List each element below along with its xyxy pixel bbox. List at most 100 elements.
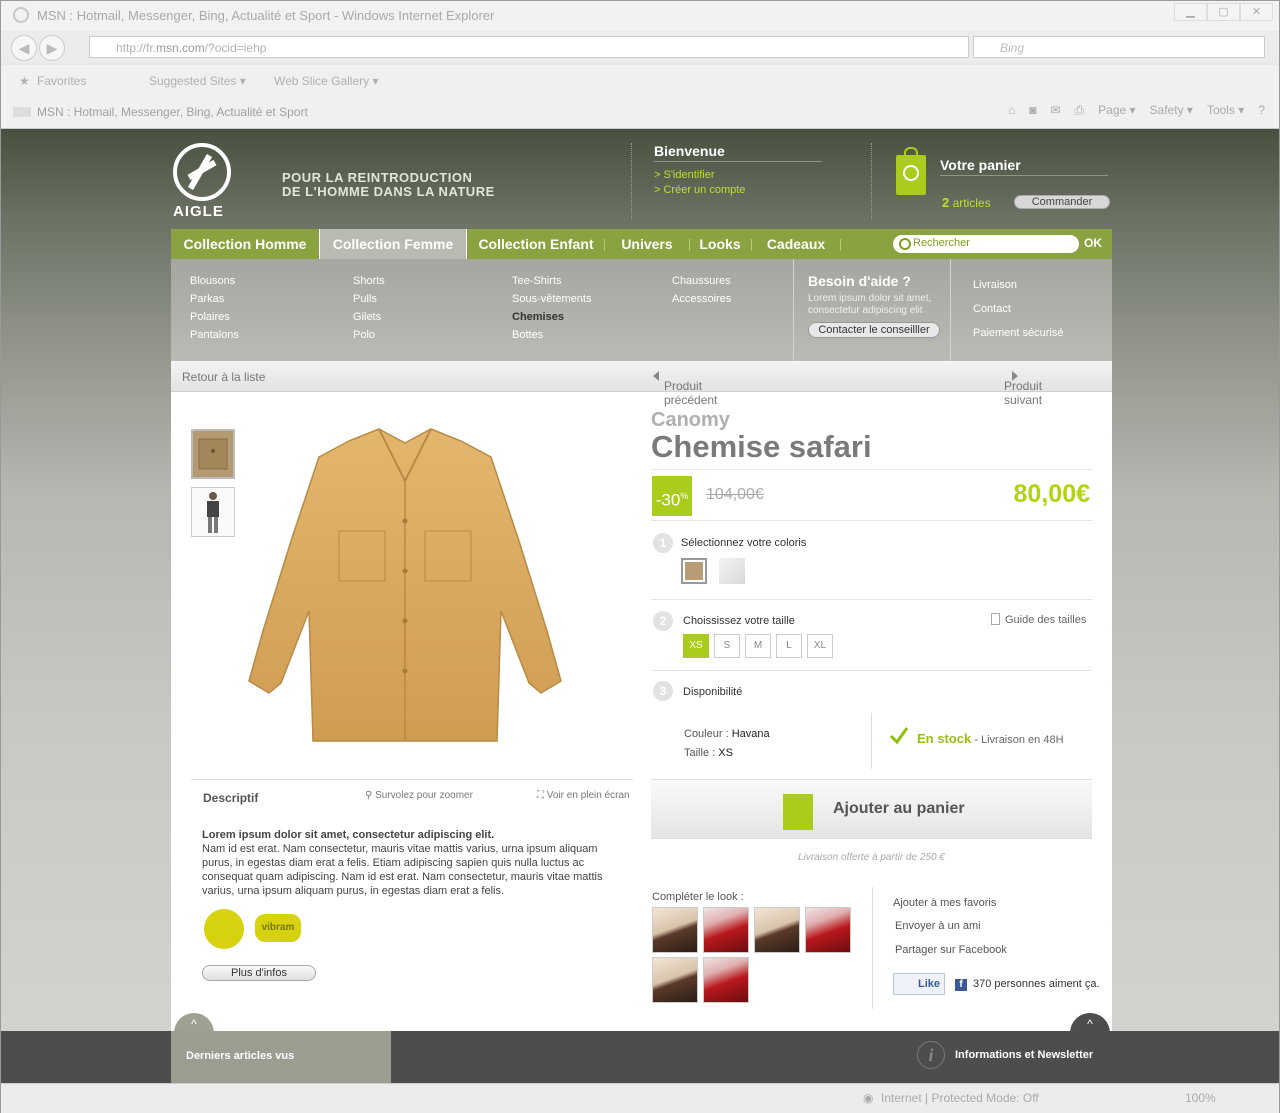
back-button[interactable]: ◀ [11, 35, 37, 61]
menu-link[interactable]: Polo [353, 329, 385, 347]
look-item-boots[interactable] [754, 907, 800, 953]
facebook-like-button[interactable]: Like [893, 973, 945, 995]
mail-icon[interactable]: ✉ [1050, 103, 1060, 118]
menu-link[interactable]: Tee-Shirts [512, 275, 591, 293]
size-xl[interactable]: XL [807, 634, 833, 658]
menu-link[interactable]: Gilets [353, 311, 385, 329]
menu-link[interactable]: Blousons [190, 275, 239, 293]
size-s[interactable]: S [714, 634, 740, 658]
recently-viewed-tab[interactable]: Derniers articles vus [171, 1031, 391, 1083]
swatch-havana[interactable] [681, 558, 707, 584]
step-3-badge: 3 [653, 681, 673, 701]
aigle-logo-icon[interactable] [173, 143, 231, 201]
suggested-sites[interactable]: Suggested Sites ▾ [149, 74, 246, 88]
menu-link[interactable]: Parkas [190, 293, 239, 311]
look-item-boots[interactable] [652, 957, 698, 1003]
close-button[interactable]: ✕ [1240, 3, 1273, 21]
web-slice-gallery[interactable]: Web Slice Gallery ▾ [274, 74, 379, 88]
size-value: XS [718, 747, 733, 759]
nav-collection-enfant[interactable]: Collection Enfant [469, 229, 603, 259]
nav-looks[interactable]: Looks [690, 229, 750, 259]
address-row: ◀ ▶ http://fr.msn.com/?ocid=iehp Bing [1, 31, 1279, 63]
swatch-light[interactable] [719, 558, 745, 584]
zoom-hint[interactable]: ⚲ Survolez pour zoomer [365, 790, 473, 801]
nav-collection-femme[interactable]: Collection Femme [319, 229, 467, 259]
contact-advisor-button[interactable]: Contacter le conseilller [808, 322, 940, 338]
fullscreen-link[interactable]: ⛶ Voir en plein écran [537, 790, 630, 801]
back-to-list-link[interactable]: Retour à la liste [182, 370, 265, 384]
link-livraison[interactable]: Livraison [973, 279, 1017, 291]
step-1-label: Sélectionnez votre coloris [681, 537, 807, 549]
nav-collection-homme[interactable]: Collection Homme [171, 229, 319, 259]
shopping-bag-icon[interactable] [896, 147, 926, 195]
look-item-red-jacket[interactable] [703, 907, 749, 953]
help-icon[interactable]: ? [1258, 103, 1265, 118]
size-label: Taille : [684, 747, 719, 759]
look-item-red-jacket[interactable] [703, 957, 749, 1003]
minimize-button[interactable]: ▁ [1174, 3, 1207, 21]
nav-univers[interactable]: Univers [605, 229, 689, 259]
product-name: Chemise safari [651, 429, 872, 464]
complete-look-label: Compléter le look : [652, 891, 744, 903]
look-item-boots[interactable] [652, 907, 698, 953]
print-icon[interactable]: ⎙ [1075, 103, 1085, 118]
search-ok-button[interactable]: OK [1084, 236, 1102, 250]
size-guide-label: Guide des tailles [1005, 614, 1087, 626]
maximize-button[interactable]: ▢ [1207, 3, 1240, 21]
menu-link[interactable]: Pulls [353, 293, 385, 311]
share-facebook-link[interactable]: Partager sur Facebook [895, 944, 1007, 956]
help-text: Lorem ipsum dolor sit amet, consectetur … [808, 293, 932, 316]
send-friend-link[interactable]: Envoyer à un ami [895, 920, 981, 932]
search-box[interactable]: Bing [973, 36, 1265, 58]
product-main-image[interactable] [229, 421, 581, 747]
previous-product-link[interactable]: Produit précédent [653, 370, 717, 407]
safety-menu[interactable]: Safety ▾ [1150, 103, 1193, 118]
web-page: AIGLE POUR LA REINTRODUCTION DE L'HOMME … [1, 129, 1279, 1083]
add-to-cart-button[interactable]: Ajouter au panier [651, 779, 1092, 839]
size-l[interactable]: L [776, 634, 802, 658]
home-icon[interactable]: ⌂ [1008, 103, 1015, 118]
tools-menu[interactable]: Tools ▾ [1207, 103, 1244, 118]
create-account-link[interactable]: > Créer un compte [654, 184, 831, 196]
menu-link[interactable]: Pantalons [190, 329, 239, 347]
more-info-button[interactable]: Plus d'infos [202, 965, 316, 981]
size-guide-link[interactable]: Guide des tailles [991, 613, 1086, 626]
next-product-label: Produit suivant [1004, 379, 1043, 407]
next-product-link[interactable]: Produit suivant [1004, 370, 1042, 407]
menu-link[interactable]: Chaussures [672, 275, 731, 293]
menu-link[interactable]: Shorts [353, 275, 385, 293]
availability-details: Couleur : Havana Taille : XS [684, 725, 770, 763]
tab-descriptif[interactable]: Descriptif [191, 780, 353, 810]
tab-msn[interactable]: MSN : Hotmail, Messenger, Bing, Actualit… [13, 103, 308, 119]
zoom-level[interactable]: 100% [1185, 1091, 1216, 1105]
delivery-label: - Livraison en 48H [971, 734, 1064, 746]
order-button[interactable]: Commander [1014, 195, 1110, 209]
menu-link[interactable]: Polaires [190, 311, 239, 329]
status-bar: ◉ Internet | Protected Mode: Off 100% [1, 1083, 1279, 1113]
add-favorites-link[interactable]: Ajouter à mes favoris [893, 897, 996, 909]
favorites-star-icon[interactable]: ★ [19, 74, 30, 88]
discount-percent: % [680, 491, 689, 501]
nav-cadeaux[interactable]: Cadeaux [752, 229, 840, 259]
feeds-icon[interactable]: ◙ [1029, 103, 1036, 118]
vibram-badge-icon: vibram [255, 914, 301, 942]
cart-count[interactable]: 2 articles [942, 195, 991, 210]
menu-link[interactable]: Accessoires [672, 293, 731, 311]
size-xs[interactable]: XS [683, 634, 709, 658]
login-link[interactable]: > S'identifier [654, 169, 831, 181]
menu-link-active[interactable]: Chemises [512, 311, 591, 329]
info-newsletter-link[interactable]: Informations et Newsletter [955, 1049, 1093, 1061]
stock-status: En stock - Livraison en 48H [917, 731, 1064, 746]
address-bar[interactable]: http://fr.msn.com/?ocid=iehp [89, 36, 969, 58]
link-contact[interactable]: Contact [973, 303, 1011, 315]
menu-link[interactable]: Sous-vêtements [512, 293, 591, 311]
site-search-input[interactable]: Rechercher [893, 235, 1079, 253]
favorites-button[interactable]: Favorites [37, 74, 86, 88]
forward-button[interactable]: ▶ [39, 35, 65, 61]
menu-link[interactable]: Bottes [512, 329, 591, 347]
size-m[interactable]: M [745, 634, 771, 658]
divider [651, 670, 1092, 671]
link-paiement[interactable]: Paiement sécurisé [973, 327, 1064, 339]
page-menu[interactable]: Page ▾ [1098, 103, 1135, 118]
look-item-red-jacket[interactable] [805, 907, 851, 953]
